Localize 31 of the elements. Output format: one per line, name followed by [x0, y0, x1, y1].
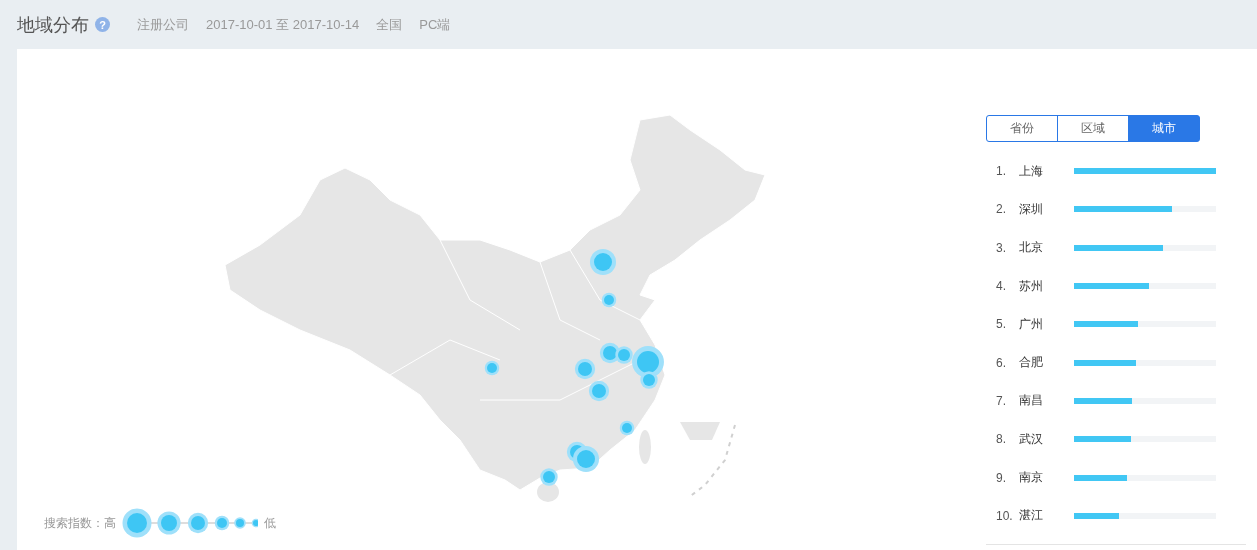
legend-label: 低	[264, 514, 276, 532]
tab[interactable]: 城市	[1128, 115, 1200, 142]
city-name: 南昌	[1019, 392, 1044, 410]
rank-number: 2.	[995, 202, 1007, 217]
rank-number: 9.	[995, 470, 1007, 485]
city-name: 上海	[1019, 162, 1044, 180]
rank-number: 10.	[995, 508, 1014, 523]
city-name: 武汉	[1019, 430, 1044, 448]
rank-number: 4.	[995, 279, 1007, 294]
city-name: 北京	[1019, 239, 1044, 257]
city-name: 苏州	[1019, 277, 1044, 295]
filter-label: 注册公司	[137, 15, 189, 34]
filter-label: 全国	[376, 15, 403, 34]
bubble-scale-icon	[122, 507, 258, 539]
rank-number: 6.	[995, 355, 1007, 370]
city-name: 合肥	[1019, 354, 1044, 372]
rank-number: 8.	[995, 432, 1007, 447]
rank-number: 3.	[995, 240, 1007, 255]
filter-label: 2017-10-01 至 2017-10-14	[206, 15, 360, 34]
filter-label: PC端	[419, 15, 451, 34]
rank-number: 7.	[995, 393, 1007, 408]
rank-number: 5.	[995, 317, 1007, 332]
legend-label: 搜索指数：高	[44, 514, 116, 532]
city-name: 南京	[1019, 469, 1044, 486]
tab[interactable]: 省份	[986, 115, 1058, 142]
rank-number: 1.	[995, 164, 1007, 179]
city-name: 深圳	[1019, 200, 1044, 218]
city-name: 广州	[1019, 315, 1044, 333]
city-name: 湛江	[1019, 507, 1044, 525]
tab[interactable]: 区域	[1057, 115, 1129, 142]
section-title: 地域分布	[17, 13, 89, 37]
